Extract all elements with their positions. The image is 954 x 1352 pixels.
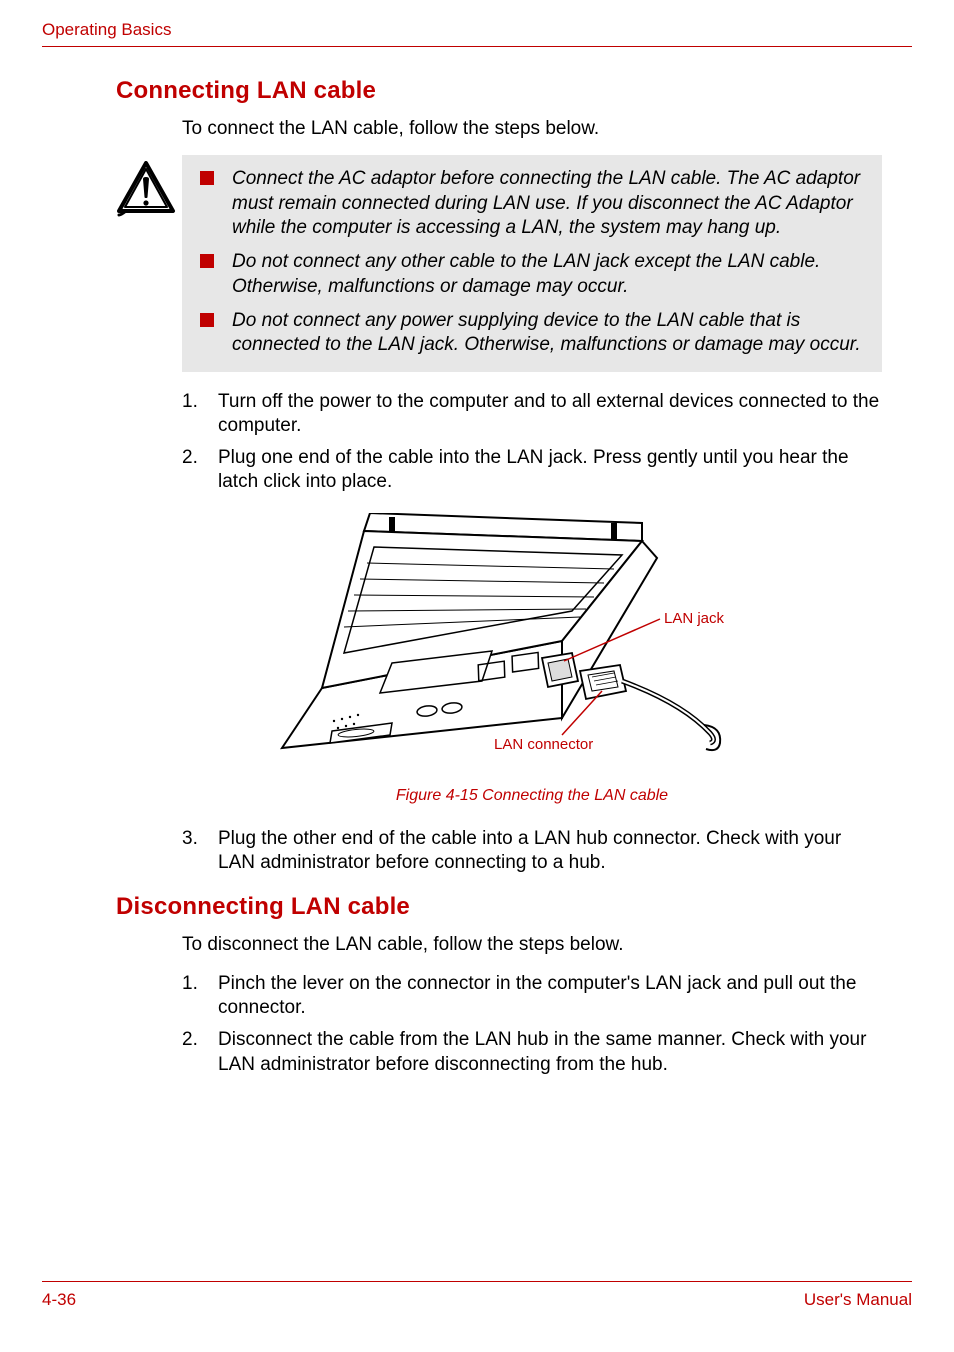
step-number: 2. (182, 1028, 218, 1077)
list-item: 3. Plug the other end of the cable into … (182, 827, 882, 876)
bullet-icon (200, 171, 214, 185)
bullet-icon (200, 313, 214, 327)
connecting-intro: To connect the LAN cable, follow the ste… (182, 117, 882, 141)
caution-content: Connect the AC adaptor before connecting… (182, 155, 882, 371)
laptop-lan-illustration-icon: LAN jack LAN connector (262, 513, 802, 773)
step-text: Disconnect the cable from the LAN hub in… (218, 1028, 882, 1077)
caution-text: Do not connect any power supplying devic… (232, 309, 864, 358)
step-number: 2. (182, 446, 218, 495)
page-footer: 4-36 User's Manual (42, 1281, 912, 1310)
label-lan-connector: LAN connector (494, 736, 593, 753)
step-text: Turn off the power to the computer and t… (218, 390, 882, 439)
figure-lan-cable: LAN jack LAN connector Figure 4-15 Conne… (182, 513, 882, 805)
list-item: 2. Plug one end of the cable into the LA… (182, 446, 882, 495)
step-number: 1. (182, 390, 218, 439)
list-item: 1. Turn off the power to the computer an… (182, 390, 882, 439)
page-header: Operating Basics (42, 20, 912, 47)
step-text: Pinch the lever on the connector in the … (218, 972, 882, 1021)
list-item: 2. Disconnect the cable from the LAN hub… (182, 1028, 882, 1077)
heading-connecting-lan: Connecting LAN cable (116, 77, 912, 105)
caution-text: Do not connect any other cable to the LA… (232, 250, 864, 299)
caution-item: Connect the AC adaptor before connecting… (200, 167, 864, 240)
caution-icon (116, 161, 176, 217)
step-number: 1. (182, 972, 218, 1021)
caution-item: Do not connect any power supplying devic… (200, 309, 864, 358)
step-number: 3. (182, 827, 218, 876)
disconnecting-intro: To disconnect the LAN cable, follow the … (182, 933, 882, 957)
caution-block: Connect the AC adaptor before connecting… (116, 155, 882, 371)
heading-disconnecting-lan: Disconnecting LAN cable (116, 893, 912, 921)
step-text: Plug one end of the cable into the LAN j… (218, 446, 882, 495)
header-section-label: Operating Basics (42, 20, 171, 39)
connecting-steps-part-b: 3. Plug the other end of the cable into … (182, 827, 882, 876)
manual-label: User's Manual (804, 1290, 912, 1310)
page-number: 4-36 (42, 1290, 76, 1310)
caution-text: Connect the AC adaptor before connecting… (232, 167, 864, 240)
label-lan-jack: LAN jack (664, 610, 725, 627)
figure-caption: Figure 4-15 Connecting the LAN cable (182, 787, 882, 805)
list-item: 1. Pinch the lever on the connector in t… (182, 972, 882, 1021)
caution-item: Do not connect any other cable to the LA… (200, 250, 864, 299)
step-text: Plug the other end of the cable into a L… (218, 827, 882, 876)
bullet-icon (200, 254, 214, 268)
connecting-steps-part-a: 1. Turn off the power to the computer an… (182, 390, 882, 495)
disconnecting-steps: 1. Pinch the lever on the connector in t… (182, 972, 882, 1077)
